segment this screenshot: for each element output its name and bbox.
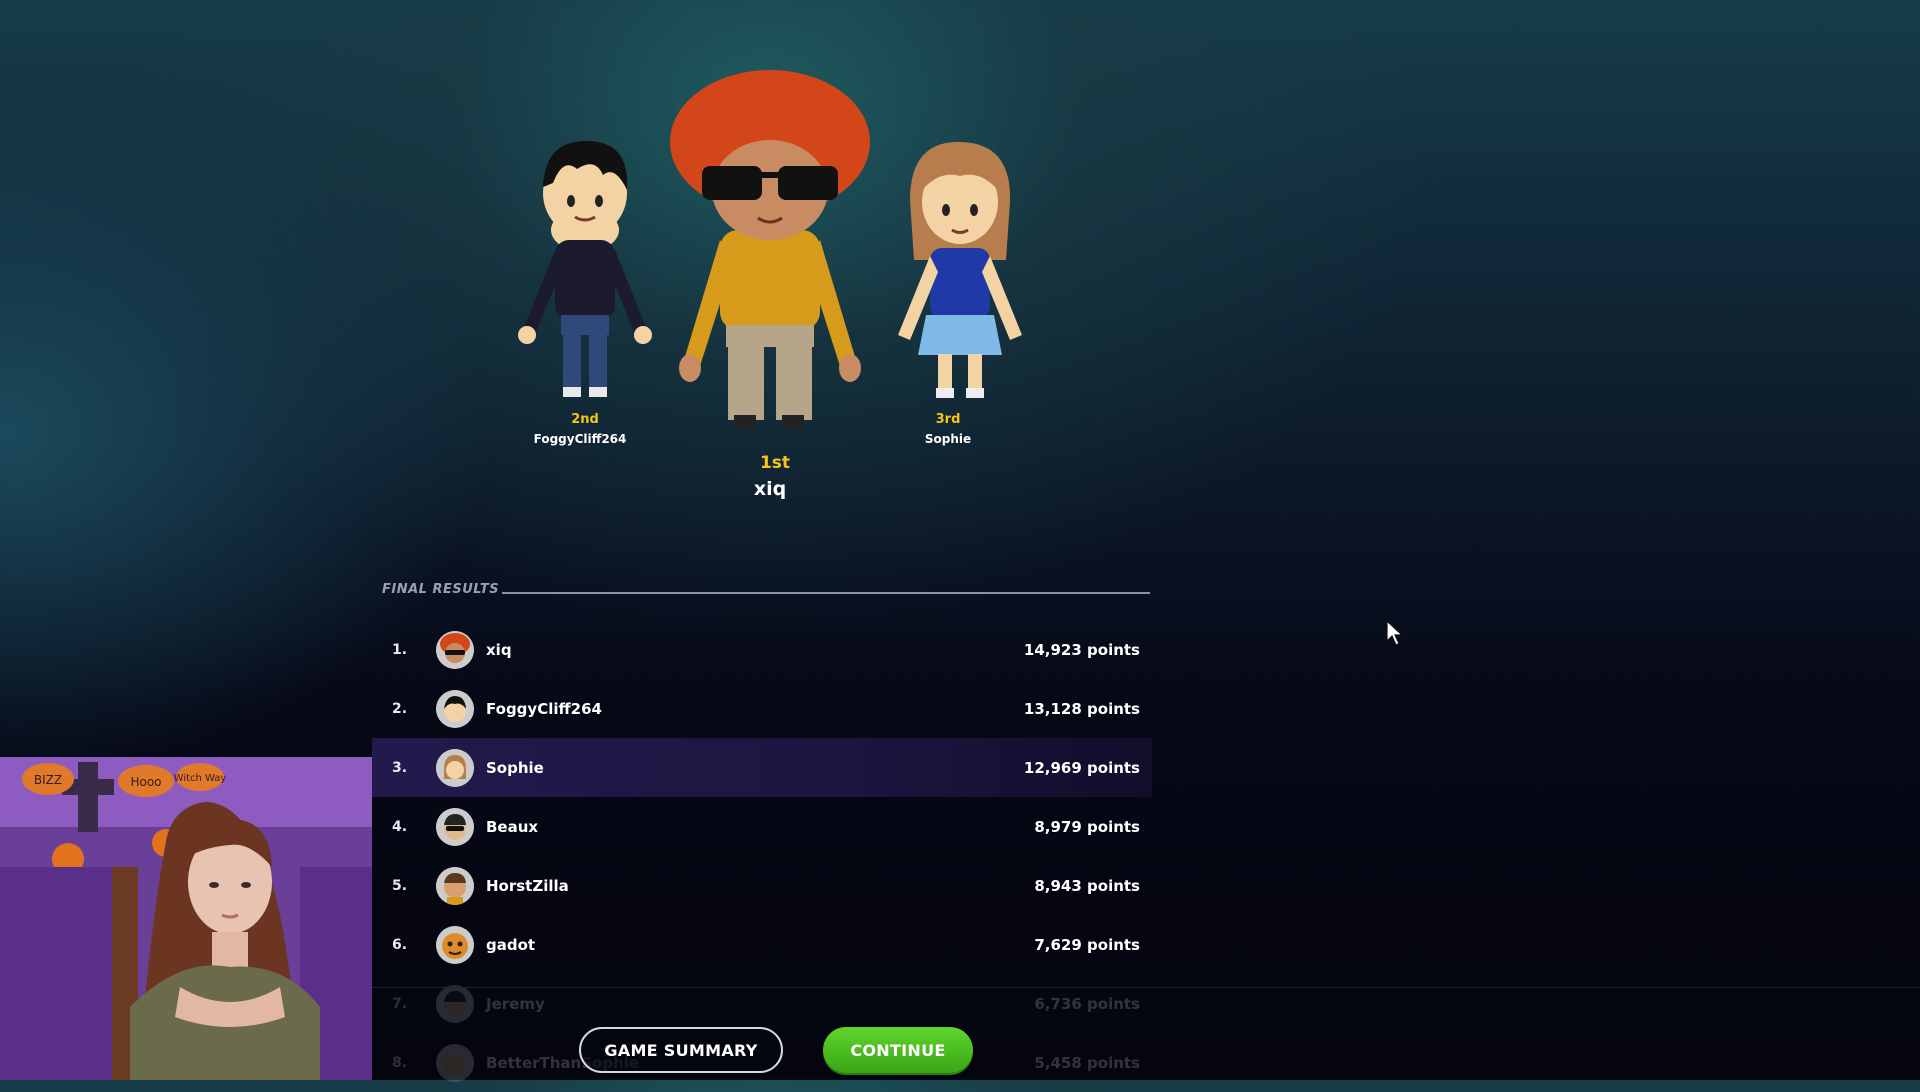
player-name: HorstZilla <box>486 876 569 895</box>
player-points: 13,128 points <box>1023 699 1140 718</box>
continue-button[interactable]: CONTINUE <box>823 1027 973 1073</box>
results-list[interactable]: 1. xiq 14,923 points 2. FoggyCliff264 13… <box>372 620 1152 1092</box>
player-name: xiq <box>486 640 512 659</box>
final-results-title: FINAL RESULTS <box>382 582 500 597</box>
third-place-name: Sophie <box>924 432 972 446</box>
result-row: 2. FoggyCliff264 13,128 points <box>372 679 1152 738</box>
row-rank: 1. <box>392 641 408 658</box>
header-divider <box>502 592 1150 594</box>
webcam-sign-2: Hooo <box>130 775 161 789</box>
webcam-scene: BIZZ Hooo Witch Way <box>0 757 372 1080</box>
player-avatar <box>436 866 474 905</box>
result-row: 5. HorstZilla 8,943 points <box>372 856 1152 915</box>
webcam-sign-3: Witch Way <box>174 773 227 784</box>
player-name: Jeremy <box>486 994 545 1013</box>
player-avatar <box>436 984 474 1023</box>
third-place-character <box>898 141 1022 398</box>
player-points: 7,629 points <box>1034 935 1140 954</box>
row-rank: 8. <box>392 1054 408 1071</box>
player-points: 12,969 points <box>1023 758 1140 777</box>
result-row: 7. Jeremy 6,736 points <box>372 974 1152 1033</box>
webcam-overlay: BIZZ Hooo Witch Way <box>0 757 372 1080</box>
row-rank: 2. <box>392 700 408 717</box>
podium: 2nd FoggyCliff264 1st xiq 3rd Sophie <box>500 60 1060 520</box>
first-place-character <box>670 70 870 429</box>
second-place-name: FoggyCliff264 <box>533 432 627 446</box>
player-name: gadot <box>486 935 536 954</box>
row-rank: 4. <box>392 818 408 835</box>
first-place-rank: 1st <box>759 453 791 473</box>
first-place-name: xiq <box>753 478 787 500</box>
row-rank: 3. <box>392 759 408 776</box>
player-points: 5,458 points <box>1034 1053 1140 1072</box>
result-row: 6. gadot 7,629 points <box>372 915 1152 974</box>
final-results-header: FINAL RESULTS <box>382 582 1152 602</box>
player-avatar <box>436 630 474 669</box>
result-row: 4. Beaux 8,979 points <box>372 797 1152 856</box>
second-place-rank: 2nd <box>571 412 599 427</box>
player-name: Sophie <box>486 758 544 777</box>
player-avatar <box>436 807 474 846</box>
player-points: 8,943 points <box>1034 876 1140 895</box>
game-summary-button[interactable]: GAME SUMMARY <box>579 1027 783 1073</box>
mouse-cursor-icon <box>1386 620 1404 646</box>
row-rank: 7. <box>392 995 408 1012</box>
result-row: 1. xiq 14,923 points <box>372 620 1152 679</box>
player-points: 8,979 points <box>1034 817 1140 836</box>
player-points: 14,923 points <box>1023 640 1140 659</box>
second-place-character <box>518 140 652 397</box>
player-name: FoggyCliff264 <box>486 699 602 718</box>
result-row-current-player: 3. Sophie 12,969 points <box>372 738 1152 797</box>
player-points: 6,736 points <box>1034 994 1140 1013</box>
third-place-rank: 3rd <box>935 412 961 427</box>
player-avatar <box>436 748 474 787</box>
player-avatar <box>436 689 474 728</box>
player-avatar <box>436 925 474 964</box>
row-rank: 6. <box>392 936 408 953</box>
player-name: Beaux <box>486 817 539 836</box>
footer-divider <box>372 987 1920 988</box>
webcam-sign-1: BIZZ <box>34 773 62 787</box>
row-rank: 5. <box>392 877 408 894</box>
player-avatar <box>436 1043 474 1082</box>
